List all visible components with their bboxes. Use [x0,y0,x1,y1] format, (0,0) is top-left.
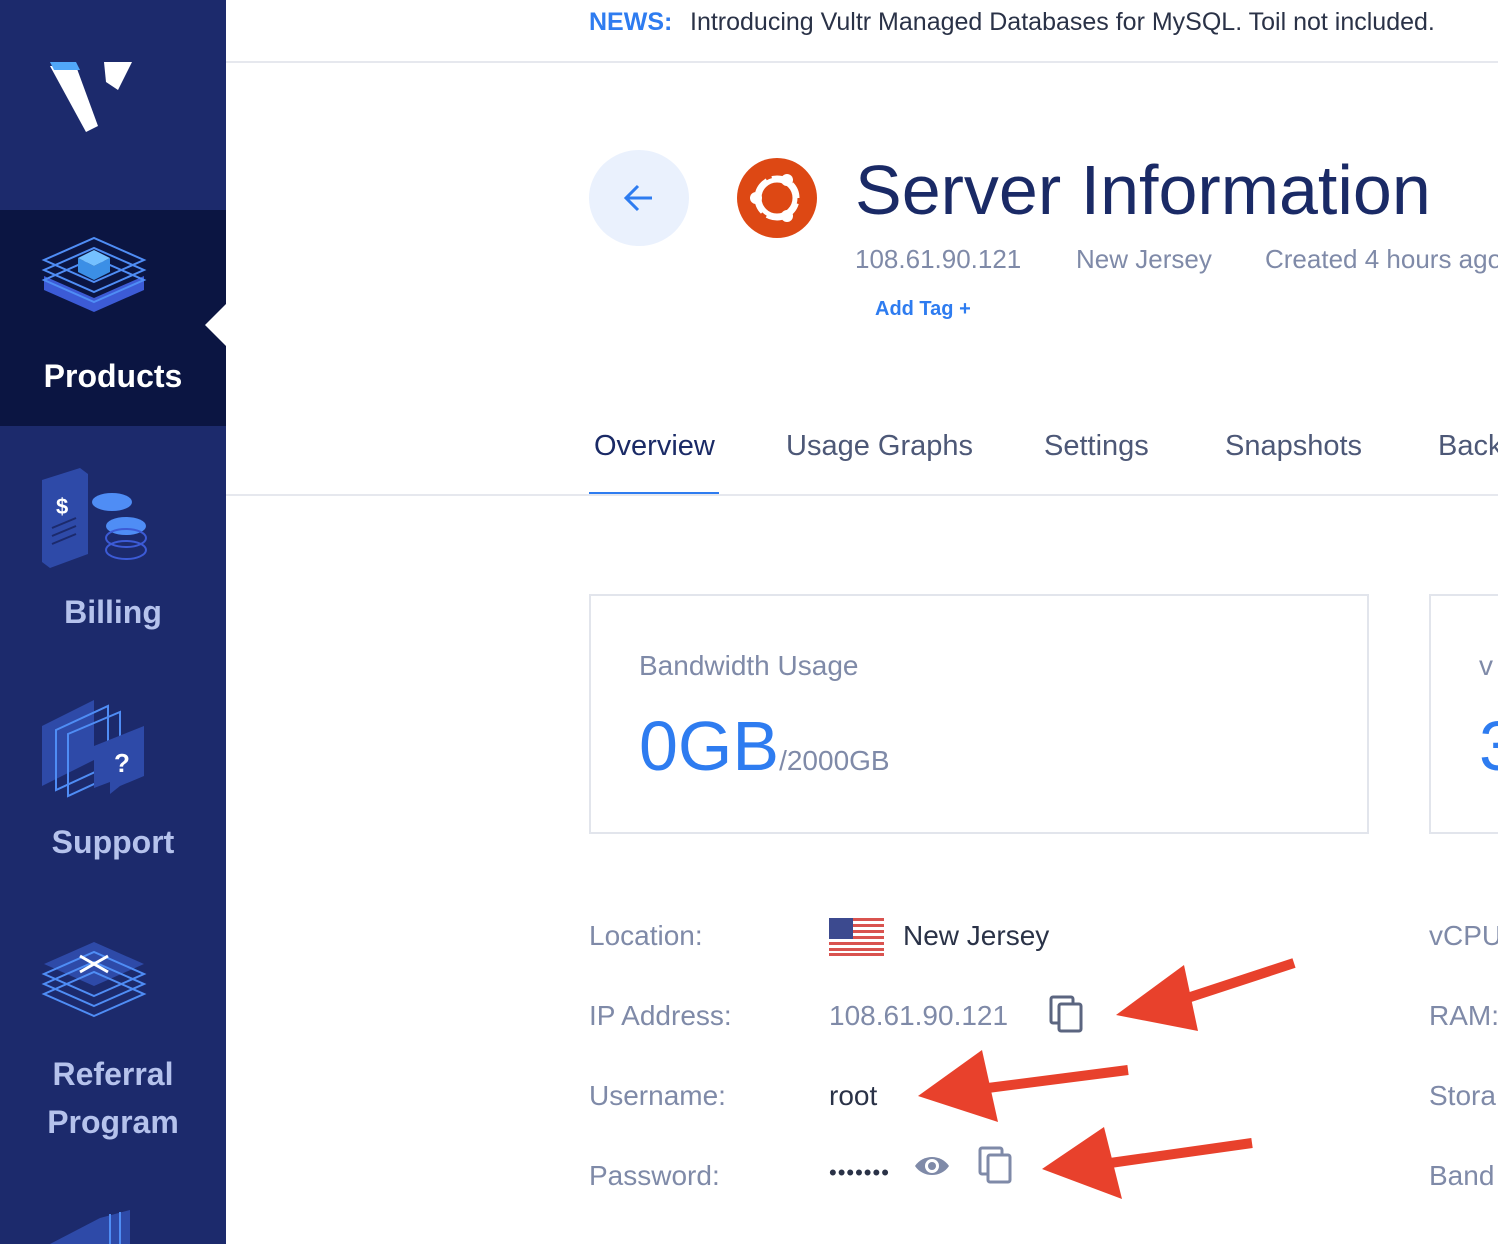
server-location: New Jersey [1076,244,1212,274]
tab-usage-graphs[interactable]: Usage Graphs [786,430,973,463]
copy-ip-icon[interactable] [1049,995,1083,1033]
card-value: 3 [1479,706,1498,786]
support-icon: ? [42,700,144,798]
tab-backups[interactable]: Back [1438,430,1498,463]
tab-snapshots[interactable]: Snapshots [1225,430,1362,463]
username-value: root [829,1080,878,1111]
sidebar-item-label: Referral [52,1056,174,1092]
sidebar-item-referral[interactable]: Referral Program [0,928,226,1148]
sidebar-item-label: Products [43,358,183,394]
password-value: ••••••• [829,1160,890,1185]
partial-nav-icon [50,1210,130,1244]
add-tag-button[interactable]: Add Tag + [875,298,971,321]
tab-settings[interactable]: Settings [1044,430,1149,463]
bandwidth-value: 0GB/2000GB [639,706,890,786]
annotation-arrow-password [1042,1127,1253,1199]
location-value: New Jersey [903,920,1050,951]
storage-label: Stora [1429,1080,1496,1111]
sidebar-item-support[interactable]: ? Support [0,692,226,882]
referral-icon [41,942,147,1018]
active-tab-underline [589,492,719,494]
billing-icon: $ [42,468,147,568]
sidebar: Products $ Billing ? Support Referral Pr… [0,0,226,1244]
svg-text:?: ? [114,748,130,778]
username-label: Username: [589,1080,726,1111]
password-label: Password: [589,1160,720,1191]
card-title: v [1479,650,1493,681]
bandwidth-limit: /2000GB [779,745,890,776]
location-label: Location: [589,920,703,951]
vcpu-card: v 3 [1429,594,1498,834]
tab-overview[interactable]: Overview [594,430,715,463]
us-flag-icon [829,918,884,956]
tab-bar: Overview Usage Graphs Settings Snapshots… [226,420,1498,496]
sidebar-item-label: Billing [64,594,162,630]
sidebar-item-billing[interactable]: $ Billing [0,462,226,652]
ubuntu-logo-icon [737,158,817,238]
bandwidth-used: 0GB [639,707,780,785]
ram-label: RAM: [1429,1000,1498,1031]
server-ip: 108.61.90.121 [855,244,1022,274]
sidebar-item-label-line2: Program [47,1104,179,1140]
vultr-logo[interactable] [46,58,136,138]
annotation-arrow-ip [1116,958,1296,1031]
sidebar-item-label: Support [51,824,175,860]
svg-text:$: $ [56,494,68,519]
active-indicator [205,304,226,346]
server-created: Created 4 hours ago [1265,244,1498,274]
show-password-eye-icon[interactable] [913,1153,951,1179]
ip-value: 108.61.90.121 [829,1000,1009,1031]
news-label: NEWS: [589,8,673,36]
bandwidth-label: Band [1429,1160,1495,1191]
card-title: Bandwidth Usage [639,650,859,681]
arrow-left-icon [623,184,652,212]
news-link[interactable]: Introducing Vultr Managed Databases for … [690,8,1435,37]
copy-password-icon[interactable] [978,1146,1012,1184]
ip-label: IP Address: [589,1000,732,1031]
vcpu-label: vCPU [1429,920,1498,951]
annotation-arrow-username [918,1050,1129,1122]
news-bar: NEWS: Introducing Vultr Managed Database… [226,0,1498,63]
products-icon [41,236,147,312]
bandwidth-card: Bandwidth Usage 0GB/2000GB [589,594,1369,834]
page-title: Server Information [855,151,1431,229]
sidebar-item-products[interactable]: Products [0,210,226,426]
back-button[interactable] [589,150,689,246]
